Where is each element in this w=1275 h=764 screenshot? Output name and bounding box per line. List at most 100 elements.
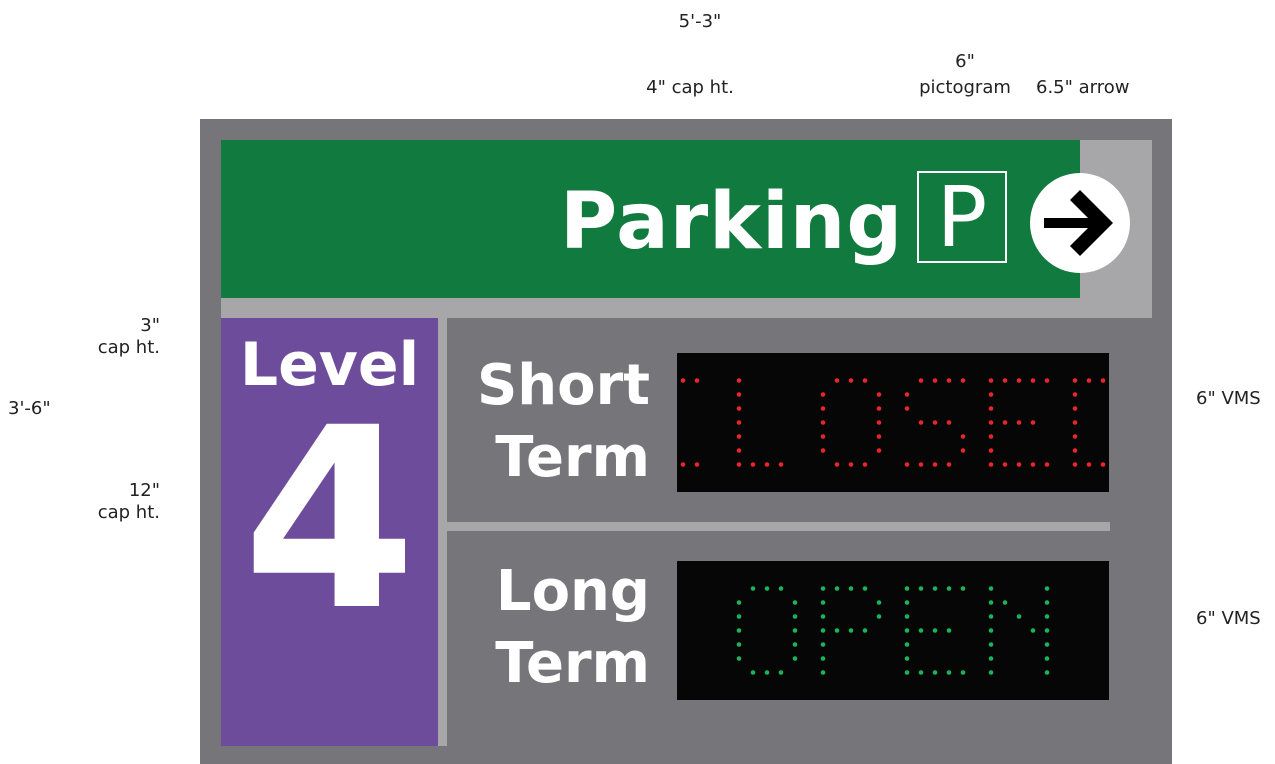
short-term-label: Short Term	[450, 350, 650, 494]
led-dot	[1072, 406, 1078, 411]
led-dot	[736, 628, 742, 633]
led-dot	[988, 434, 994, 439]
led-dot	[988, 392, 994, 397]
long-term-vms-display	[677, 561, 1109, 700]
led-dot	[736, 378, 742, 383]
led-dot	[792, 656, 798, 661]
led-dot	[820, 420, 826, 425]
led-dot	[932, 462, 938, 467]
led-dot	[820, 392, 826, 397]
led-dot	[932, 628, 938, 633]
led-dot	[946, 462, 952, 467]
led-dot	[848, 462, 854, 467]
led-dot	[946, 420, 952, 425]
led-dot	[820, 614, 826, 619]
led-dot	[848, 378, 854, 383]
led-dot	[1072, 462, 1078, 467]
led-dot	[960, 586, 966, 591]
led-dot	[1044, 670, 1050, 675]
level-cap-height-label: cap ht.	[97, 337, 160, 358]
led-dot	[988, 378, 994, 383]
number-cap-height-label: cap ht.	[97, 502, 160, 523]
led-dot	[904, 642, 910, 647]
led-dot	[1002, 378, 1008, 383]
long-term-line2: Term	[495, 631, 650, 696]
led-dot	[1044, 586, 1050, 591]
led-dot	[876, 434, 882, 439]
led-dot	[1044, 600, 1050, 605]
led-dot	[820, 656, 826, 661]
led-dot	[988, 600, 994, 605]
led-dot	[876, 448, 882, 453]
led-dot	[932, 420, 938, 425]
vms-bottom-dimension: 6" VMS	[1196, 608, 1261, 629]
number-cap-height-value: 12"	[128, 480, 160, 501]
short-term-line1: Short	[476, 353, 650, 418]
led-dot	[736, 448, 742, 453]
led-dot	[988, 586, 994, 591]
led-dot	[820, 670, 826, 675]
led-dot	[904, 600, 910, 605]
led-dot	[960, 378, 966, 383]
led-dot	[904, 656, 910, 661]
row-divider	[447, 522, 1110, 531]
led-dot	[988, 420, 994, 425]
led-dot	[834, 378, 840, 383]
led-dot	[1016, 462, 1022, 467]
led-dot	[736, 600, 742, 605]
led-dot	[1072, 448, 1078, 453]
led-dot	[946, 628, 952, 633]
led-dot	[862, 586, 868, 591]
led-dot	[1044, 614, 1050, 619]
overall-width-dimension: 5'-3"	[678, 11, 722, 32]
led-dot	[918, 420, 924, 425]
led-dot	[1030, 462, 1036, 467]
led-dot	[834, 586, 840, 591]
led-dot	[876, 392, 882, 397]
led-dot	[932, 586, 938, 591]
led-dot	[1072, 378, 1078, 383]
led-dot	[1002, 462, 1008, 467]
led-dot	[1086, 462, 1092, 467]
led-dot	[988, 406, 994, 411]
led-dot	[750, 586, 756, 591]
led-dot	[862, 462, 868, 467]
led-dot	[1044, 462, 1050, 467]
led-dot	[918, 462, 924, 467]
led-dot	[764, 462, 770, 467]
overall-height-dimension: 3'-6"	[8, 398, 51, 419]
led-dot	[876, 406, 882, 411]
led-dot	[862, 628, 868, 633]
led-dot	[918, 670, 924, 675]
level-divider	[438, 318, 447, 746]
led-dot	[918, 586, 924, 591]
led-dot	[1044, 378, 1050, 383]
short-term-vms-matrix	[680, 378, 1106, 467]
led-dot	[820, 406, 826, 411]
led-dot	[792, 642, 798, 647]
led-dot	[988, 614, 994, 619]
led-dot	[904, 406, 910, 411]
led-dot	[904, 628, 910, 633]
led-dot	[1016, 378, 1022, 383]
header-cap-height-dimension: 4" cap ht.	[646, 77, 734, 98]
led-dot	[1002, 420, 1008, 425]
led-dot	[750, 670, 756, 675]
number-cap-height-dimension: 12" cap ht.	[60, 480, 160, 524]
led-dot	[1072, 420, 1078, 425]
pictogram-letter: P	[936, 168, 988, 266]
led-dot	[792, 614, 798, 619]
led-dot	[736, 656, 742, 661]
led-dot	[862, 378, 868, 383]
led-dot	[820, 600, 826, 605]
led-dot	[792, 600, 798, 605]
led-dot	[1030, 420, 1036, 425]
led-dot	[904, 586, 910, 591]
long-term-label: Long Term	[450, 556, 650, 700]
led-dot	[736, 420, 742, 425]
led-dot	[736, 462, 742, 467]
led-dot	[876, 614, 882, 619]
led-dot	[960, 670, 966, 675]
led-dot	[1100, 378, 1106, 383]
led-dot	[1016, 420, 1022, 425]
